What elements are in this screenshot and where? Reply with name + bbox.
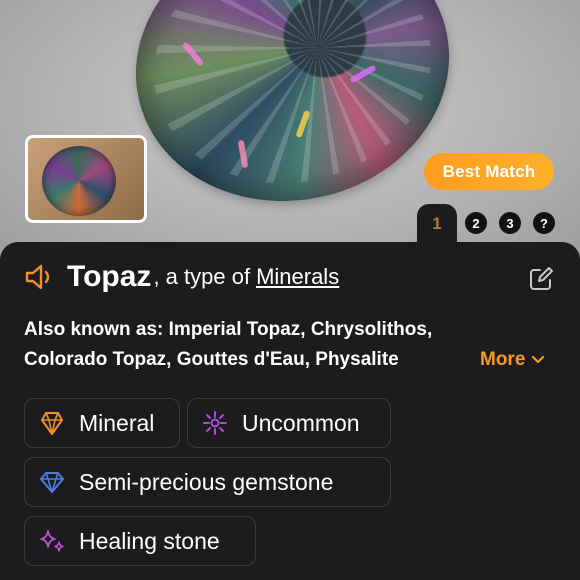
more-label: More [480,349,526,370]
tag-label: Uncommon [242,409,360,436]
edit-icon[interactable] [528,266,554,292]
page-tab-help[interactable]: ? [533,212,555,234]
aka-names-line2: Colorado Topaz, Gouttes d'Eau, Physalite [24,349,399,370]
aka-label: Also known as: [24,319,164,340]
best-match-badge: Best Match [424,153,554,190]
aka-names-line1: Imperial Topaz, Chrysolithos, [168,319,433,340]
page-tab-3[interactable]: 3 [499,212,521,234]
tag-mineral[interactable]: Mineral [24,398,180,448]
type-prefix: , a type of [153,264,251,289]
more-button[interactable]: More [480,349,545,371]
title-row: Topaz , a type of Minerals [24,260,339,294]
speaker-icon[interactable] [24,263,58,291]
mineral-crystal-icon [41,412,63,435]
tag-label: Healing stone [79,527,220,554]
diamond-icon [40,472,64,493]
rarity-sparkle-icon [203,411,227,435]
page-tab-1[interactable]: 1 [417,204,457,244]
species-name: Topaz [67,260,152,293]
sparkles-icon [40,530,64,552]
thumbnail-gem [42,146,116,216]
gemstone-image [110,0,475,230]
category-link[interactable]: Minerals [256,264,339,290]
tag-uncommon[interactable]: Uncommon [187,398,391,448]
chevron-down-icon [532,355,545,364]
user-photo-thumbnail[interactable] [25,135,147,223]
tag-healing-stone[interactable]: Healing stone [24,516,256,566]
page-tab-2[interactable]: 2 [465,212,487,234]
tag-semi-precious-gemstone[interactable]: Semi-precious gemstone [24,457,391,507]
tag-label: Semi-precious gemstone [79,468,334,495]
tag-label: Mineral [79,409,155,436]
